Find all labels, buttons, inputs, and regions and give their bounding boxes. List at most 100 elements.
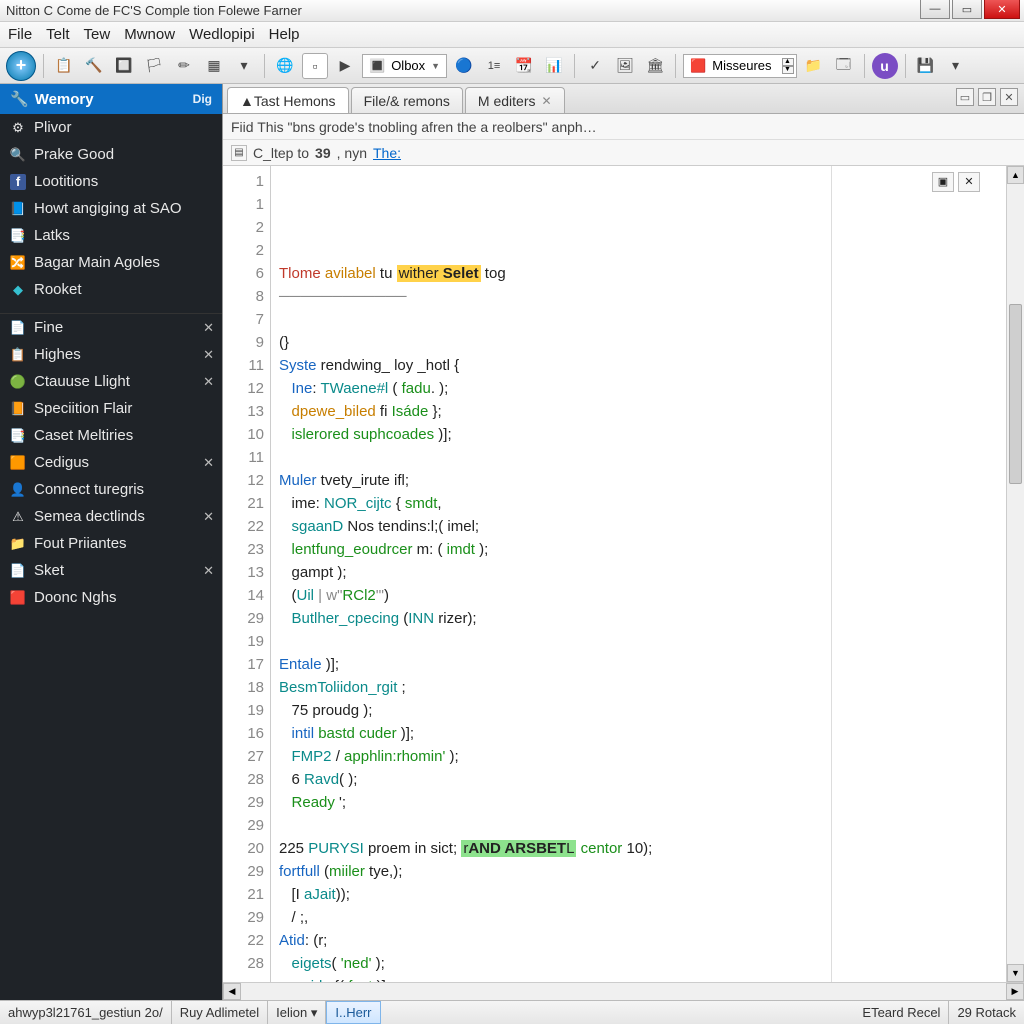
config-combo[interactable]: 🔳 Olbox ▼: [362, 54, 447, 78]
toolbar-icon[interactable]: 📆: [511, 53, 537, 79]
close-icon[interactable]: ✕: [203, 374, 214, 390]
toolbar-icon[interactable]: 🏛: [642, 53, 668, 79]
toolbar-icon[interactable]: 💾: [913, 53, 939, 79]
code-line[interactable]: Ready ';: [279, 791, 998, 814]
sidebar-item[interactable]: 📑Caset Meltiries: [0, 422, 222, 449]
sidebar-item[interactable]: 📋Highes✕: [0, 341, 222, 368]
toolbar-icon[interactable]: 📋: [51, 53, 77, 79]
sidebar-item[interactable]: ⚙Plivor: [0, 114, 222, 141]
code-line[interactable]: islerored suphcoades )];: [279, 423, 998, 446]
code-line[interactable]: [279, 814, 998, 837]
dropdown-icon[interactable]: ▾: [231, 53, 257, 79]
menu-telt[interactable]: Telt: [46, 26, 69, 43]
close-icon[interactable]: ✕: [203, 509, 214, 525]
toolbar-icon[interactable]: 🔵: [451, 53, 477, 79]
toolbar-icon[interactable]: u: [872, 53, 898, 79]
toolbar-icon[interactable]: 🌐: [272, 53, 298, 79]
toolbar-icon[interactable]: 🖼: [612, 53, 638, 79]
tab-max-icon[interactable]: ❐: [978, 88, 996, 106]
sidebar-item[interactable]: 📁Fout Priiantes: [0, 530, 222, 557]
sidebar-item[interactable]: ◆Rooket: [0, 276, 222, 303]
tab-min-icon[interactable]: ▭: [956, 88, 974, 106]
measures-combo[interactable]: 🟥 Misseures ▲▼: [683, 54, 796, 78]
close-icon[interactable]: ✕: [203, 347, 214, 363]
sidebar-item[interactable]: 🟧Cedigus✕: [0, 449, 222, 476]
status-button[interactable]: I..Herr: [326, 1001, 380, 1024]
sidebar-header[interactable]: 🔧Wemory Dig: [0, 84, 222, 114]
sidebar-item[interactable]: 🔍Prake Good: [0, 141, 222, 168]
dropdown-icon[interactable]: ▾: [943, 53, 969, 79]
toolbar-icon[interactable]: 📊: [541, 53, 567, 79]
code-line[interactable]: wnids {( fext )]: [279, 975, 998, 982]
menu-help[interactable]: Help: [269, 26, 300, 43]
sidebar-item[interactable]: 🟢Ctauuse Llight✕: [0, 368, 222, 395]
code-line[interactable]: Atid: (r;: [279, 929, 998, 952]
code-line[interactable]: intil bastd cuder )];: [279, 722, 998, 745]
bc-icon[interactable]: ▤: [231, 145, 247, 161]
toolbar-icon[interactable]: 🔨: [81, 53, 107, 79]
toolbar-icon[interactable]: 📁: [801, 53, 827, 79]
scroll-thumb[interactable]: [1009, 304, 1022, 484]
scroll-down-icon[interactable]: ▼: [1007, 964, 1024, 982]
code-line[interactable]: eigets( 'ned' );: [279, 952, 998, 975]
close-button[interactable]: ✕: [984, 0, 1020, 19]
code-line[interactable]: Syste rendwing_ loy _hotl {: [279, 354, 998, 377]
code-line[interactable]: FMP2 / apphlin:rhomin' );: [279, 745, 998, 768]
code-line[interactable]: ────────────: [279, 285, 998, 308]
sidebar-item[interactable]: 👤Connect turegris: [0, 476, 222, 503]
sidebar-item[interactable]: 📄Sket✕: [0, 557, 222, 584]
sidebar-item[interactable]: 📑Latks: [0, 222, 222, 249]
code-line[interactable]: Tlome avilabel tu wither Selet tog: [279, 262, 998, 285]
code-line[interactable]: BesmToliidon_rgit ;: [279, 676, 998, 699]
editor-tab[interactable]: File/& remons: [351, 87, 463, 113]
code-line[interactable]: Butlher_cpecing (INN rizer);: [279, 607, 998, 630]
code-editor[interactable]: 1122687911121310111221222313142919171819…: [223, 166, 1024, 982]
code-line[interactable]: Muler tvety_irute ifl;: [279, 469, 998, 492]
close-icon[interactable]: ✕: [203, 563, 214, 579]
editor-tab[interactable]: ▲Tast Hemons: [227, 87, 349, 113]
sidebar-item[interactable]: fLootitions: [0, 168, 222, 195]
code-line[interactable]: (}: [279, 331, 998, 354]
close-icon[interactable]: ✕: [203, 320, 214, 336]
toolbar-icon[interactable]: 🔲: [111, 53, 137, 79]
tab-close-icon[interactable]: ✕: [1000, 88, 1018, 106]
toolbar-icon[interactable]: ✏: [171, 53, 197, 79]
menu-tew[interactable]: Tew: [84, 26, 111, 43]
code-line[interactable]: Ine: TWaene#l ( fadu. );: [279, 377, 998, 400]
bc-link[interactable]: The:: [373, 145, 401, 161]
close-icon[interactable]: ✕: [542, 94, 552, 108]
code-line[interactable]: sgaanD Nos tendins:l;( imel;: [279, 515, 998, 538]
code-line[interactable]: [279, 308, 998, 331]
code-line[interactable]: lentfung_eoudrcer m: ( imdt );: [279, 538, 998, 561]
sidebar-item[interactable]: ⚠Semea dectlinds✕: [0, 503, 222, 530]
sidebar-config-icon[interactable]: Dig: [193, 92, 212, 106]
horizontal-scrollbar[interactable]: ◀ ▶: [223, 982, 1024, 1000]
sidebar-item[interactable]: 🔀Bagar Main Agoles: [0, 249, 222, 276]
scroll-up-icon[interactable]: ▲: [1007, 166, 1024, 184]
code-line[interactable]: fortfull (miiler tye,);: [279, 860, 998, 883]
sidebar-item[interactable]: 📄Fine✕: [0, 314, 222, 341]
menu-mwnow[interactable]: Mwnow: [124, 26, 175, 43]
toolbar-icon[interactable]: 🏳: [141, 53, 167, 79]
code-line[interactable]: 75 proudg );: [279, 699, 998, 722]
status-cell[interactable]: Ielion ▾: [268, 1001, 326, 1024]
spinner[interactable]: ▲▼: [782, 58, 794, 74]
code-line[interactable]: [I aJait));: [279, 883, 998, 906]
toolbar-icon[interactable]: ▫: [302, 53, 328, 79]
maximize-button[interactable]: ▭: [952, 0, 982, 19]
minimize-button[interactable]: ―: [920, 0, 950, 19]
sidebar-item[interactable]: 🟥Doonc Nghs: [0, 584, 222, 611]
sidebar-item[interactable]: 📘Howt angiging at SAO: [0, 195, 222, 222]
toolbar-icon[interactable]: ✓: [582, 53, 608, 79]
toolbar-icon[interactable]: 1≡: [481, 53, 507, 79]
code-line[interactable]: 6 Ravd( );: [279, 768, 998, 791]
scroll-right-icon[interactable]: ▶: [1006, 983, 1024, 1000]
run-button[interactable]: ▶: [332, 53, 358, 79]
new-button[interactable]: +: [6, 51, 36, 81]
menu-file[interactable]: File: [8, 26, 32, 43]
mini-btn[interactable]: ✕: [958, 172, 980, 192]
vertical-scrollbar[interactable]: ▲ ▼: [1006, 166, 1024, 982]
sidebar-item[interactable]: 📙Speciition Flair: [0, 395, 222, 422]
close-icon[interactable]: ✕: [203, 455, 214, 471]
toolbar-icon[interactable]: 🗔: [831, 53, 857, 79]
